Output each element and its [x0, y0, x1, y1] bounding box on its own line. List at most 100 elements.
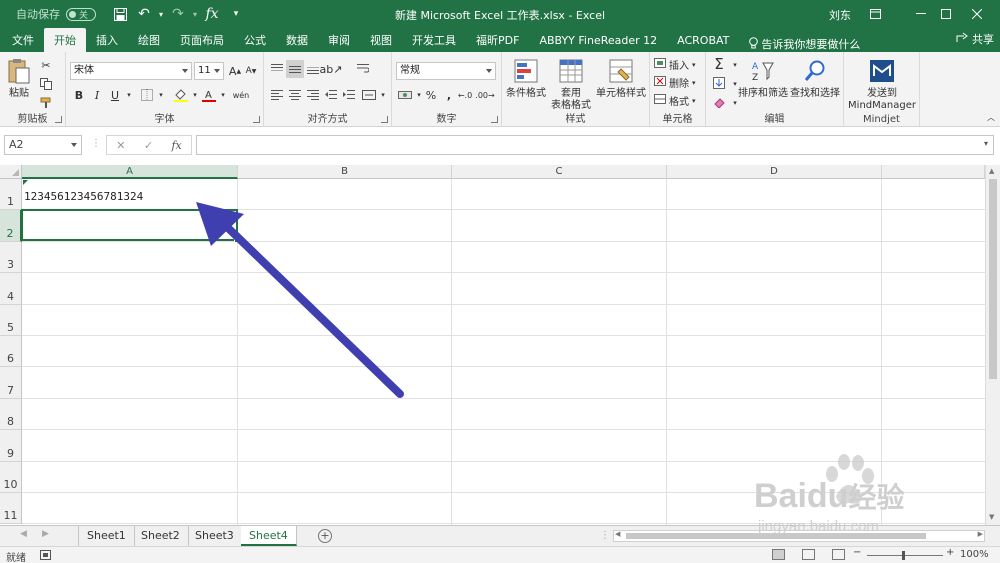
- tab-developer[interactable]: 开发工具: [402, 28, 466, 52]
- name-box[interactable]: A2: [4, 135, 82, 155]
- number-format-combo[interactable]: 常规: [396, 62, 496, 80]
- redo-icon[interactable]: ↷: [166, 2, 190, 26]
- percent-icon[interactable]: %: [422, 86, 440, 104]
- cancel-icon[interactable]: ✕: [116, 139, 125, 152]
- font-color-dropdown-icon[interactable]: ▾: [214, 86, 232, 104]
- scroll-left-icon[interactable]: ◀: [615, 530, 620, 538]
- column-header-d[interactable]: D: [667, 165, 882, 179]
- zoom-level[interactable]: 100%: [960, 549, 989, 560]
- share-button[interactable]: 共享: [956, 31, 994, 47]
- row-header-8[interactable]: 8: [0, 398, 22, 431]
- redo-dropdown-icon[interactable]: ▾: [190, 2, 200, 26]
- align-center-icon[interactable]: [286, 86, 304, 104]
- row-header-3[interactable]: 3: [0, 241, 22, 274]
- tab-page-layout[interactable]: 页面布局: [170, 28, 234, 52]
- column-header-c[interactable]: C: [452, 165, 667, 179]
- error-indicator-icon[interactable]: [23, 180, 28, 185]
- enter-icon[interactable]: ✓: [144, 139, 153, 152]
- italic-icon[interactable]: I: [88, 86, 106, 104]
- cell-styles-button[interactable]: 单元格样式: [594, 56, 648, 100]
- zoom-in-icon[interactable]: +: [946, 547, 954, 558]
- fill-handle[interactable]: [234, 237, 240, 243]
- clipboard-launcher-icon[interactable]: [55, 116, 62, 123]
- horizontal-scroll-thumb[interactable]: [626, 533, 926, 539]
- zoom-out-icon[interactable]: −: [853, 547, 861, 558]
- alignment-launcher-icon[interactable]: [381, 116, 388, 123]
- decrease-decimal-icon[interactable]: .00→: [475, 86, 494, 104]
- column-header-b[interactable]: B: [238, 165, 452, 179]
- undo-icon[interactable]: ↶: [132, 2, 156, 26]
- row-header-6[interactable]: 6: [0, 336, 22, 368]
- column-header-a[interactable]: A: [22, 165, 238, 179]
- sheet-tab-sheet3[interactable]: Sheet3: [187, 526, 243, 546]
- scroll-down-icon[interactable]: ▼: [989, 513, 994, 521]
- paste-button[interactable]: 粘贴: [4, 56, 34, 100]
- sort-filter-button[interactable]: AZ 排序和筛选: [738, 56, 788, 100]
- save-icon[interactable]: [108, 2, 132, 26]
- decrease-font-icon[interactable]: A ▼: [242, 62, 260, 80]
- autosave-toggle[interactable]: 关: [66, 7, 96, 21]
- function-icon[interactable]: fx: [200, 2, 224, 26]
- decrease-indent-icon[interactable]: [322, 86, 340, 104]
- collapse-ribbon-icon[interactable]: ︿: [982, 108, 1000, 126]
- tab-abbyy[interactable]: ABBYY FineReader 12: [529, 28, 667, 52]
- normal-view-icon[interactable]: [772, 549, 785, 560]
- customize-toolbar-icon[interactable]: ▾: [224, 2, 248, 26]
- insert-cells-button[interactable]: 插入 ▾: [654, 57, 696, 72]
- tab-acrobat[interactable]: ACROBAT: [667, 28, 739, 52]
- macro-record-icon[interactable]: [40, 550, 51, 563]
- tab-data[interactable]: 数据: [276, 28, 318, 52]
- format-as-table-button[interactable]: 套用 表格格式: [548, 56, 594, 112]
- conditional-formatting-button[interactable]: 条件格式: [504, 56, 548, 100]
- border-dropdown-icon[interactable]: ▾: [152, 86, 170, 104]
- row-header-5[interactable]: 5: [0, 304, 22, 336]
- bold-icon[interactable]: B: [70, 86, 88, 104]
- tab-formulas[interactable]: 公式: [234, 28, 276, 52]
- number-launcher-icon[interactable]: [491, 116, 498, 123]
- row-header-2[interactable]: 2: [0, 210, 22, 242]
- vertical-scrollbar[interactable]: ▲ ▼: [985, 165, 1000, 525]
- delete-cells-button[interactable]: 删除 ▾: [654, 75, 696, 90]
- tab-review[interactable]: 审阅: [318, 28, 360, 52]
- ribbon-display-options-icon[interactable]: [852, 0, 898, 28]
- zoom-slider-thumb[interactable]: [902, 551, 905, 560]
- tab-draw[interactable]: 绘图: [128, 28, 170, 52]
- row-header-1[interactable]: 1: [0, 179, 22, 211]
- tab-view[interactable]: 视图: [360, 28, 402, 52]
- scroll-up-icon[interactable]: ▲: [989, 167, 994, 175]
- underline-dropdown-icon[interactable]: ▾: [120, 86, 138, 104]
- font-size-combo[interactable]: 11: [194, 62, 224, 80]
- find-select-button[interactable]: 查找和选择: [788, 56, 842, 100]
- page-break-view-icon[interactable]: [832, 549, 845, 560]
- sheet-tab-sheet2[interactable]: Sheet2: [133, 526, 189, 546]
- merge-dropdown-icon[interactable]: ▾: [374, 86, 392, 104]
- add-sheet-icon[interactable]: +: [318, 529, 332, 543]
- scroll-right-icon[interactable]: ▶: [978, 530, 983, 538]
- undo-dropdown-icon[interactable]: ▾: [156, 2, 166, 26]
- user-name[interactable]: 刘东: [829, 7, 851, 23]
- tab-insert[interactable]: 插入: [86, 28, 128, 52]
- copy-icon[interactable]: [37, 75, 55, 93]
- formula-input[interactable]: [196, 135, 994, 155]
- align-middle-icon[interactable]: [286, 60, 304, 78]
- increase-decimal-icon[interactable]: ←.0: [456, 86, 474, 104]
- send-to-mindmanager-button[interactable]: 发送到 MindManager: [846, 56, 918, 112]
- format-cells-button[interactable]: 格式 ▾: [654, 93, 696, 108]
- vertical-scroll-thumb[interactable]: [989, 179, 997, 379]
- tab-file[interactable]: 文件: [0, 28, 44, 52]
- orientation-icon[interactable]: ab↗: [320, 60, 343, 78]
- expand-formula-bar-icon[interactable]: ▾: [984, 139, 988, 148]
- zoom-slider[interactable]: [867, 555, 943, 556]
- sheet-tab-sheet1[interactable]: Sheet1: [79, 526, 135, 546]
- select-all-button[interactable]: [0, 165, 22, 179]
- cut-icon[interactable]: ✂: [37, 56, 55, 74]
- tell-me-box[interactable]: 告诉我你想要做什么: [739, 36, 860, 52]
- wrap-text-icon[interactable]: [354, 60, 372, 78]
- row-header-7[interactable]: 7: [0, 367, 22, 399]
- column-header-e[interactable]: [882, 165, 985, 179]
- worksheet-grid[interactable]: A B C D 1 2 3 4 5 6 7 8 9 10 11 123456123456781324: [0, 165, 985, 525]
- cell-a1[interactable]: 123456123456781324: [24, 190, 143, 203]
- sheet-tab-sheet4[interactable]: Sheet4: [241, 526, 297, 546]
- page-layout-view-icon[interactable]: [802, 549, 815, 560]
- row-header-4[interactable]: 4: [0, 273, 22, 305]
